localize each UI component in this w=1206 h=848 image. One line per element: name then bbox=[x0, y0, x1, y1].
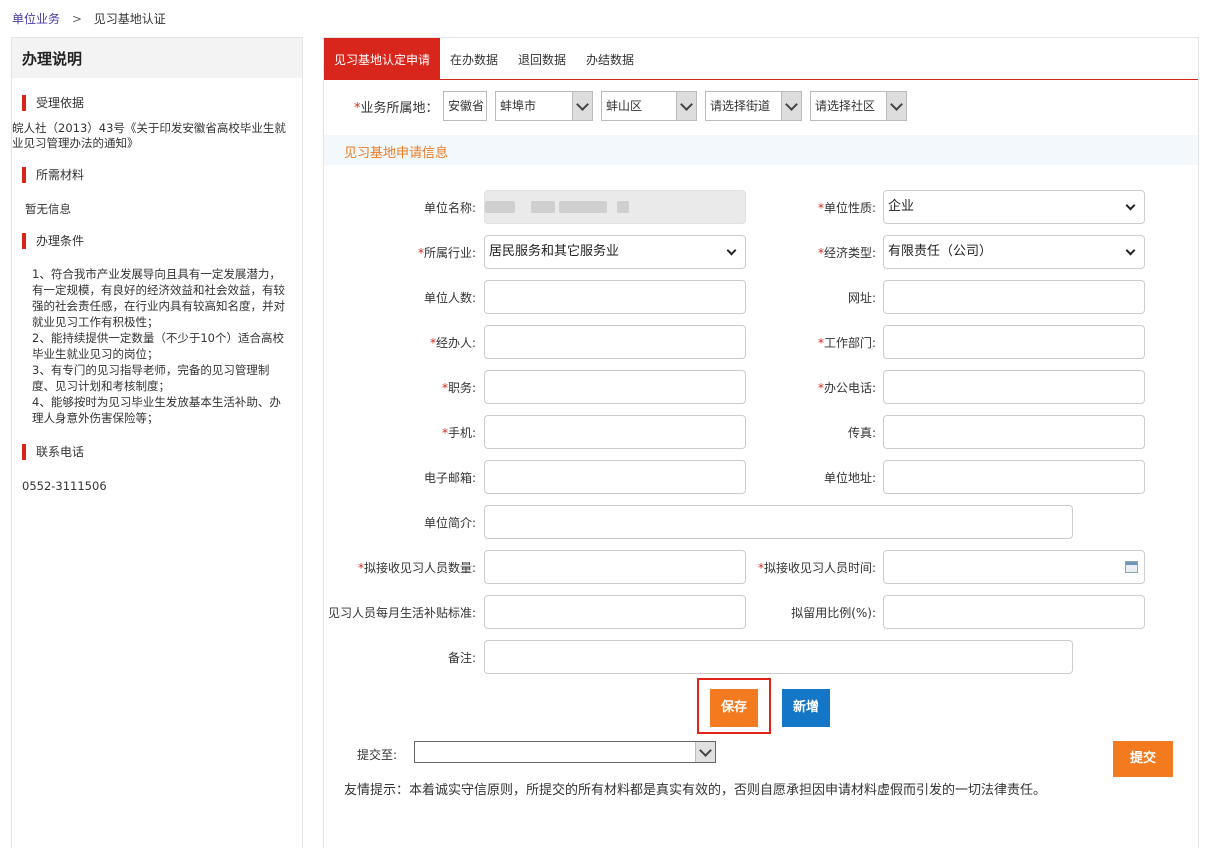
instructions-title: 办理说明 bbox=[12, 38, 302, 78]
tab-in-progress[interactable]: 在办数据 bbox=[450, 38, 498, 79]
redacted-text bbox=[559, 201, 607, 213]
section-conditions-heading: 办理条件 bbox=[22, 233, 84, 249]
redacted-text bbox=[531, 201, 555, 213]
materials-text: 暂无信息 bbox=[25, 202, 71, 216]
section-basis-heading: 受理依据 bbox=[22, 95, 84, 111]
submit-button[interactable]: 提交 bbox=[1113, 741, 1173, 777]
econ-type-label: *经济类型: bbox=[817, 246, 876, 260]
province-box: 安徽省 bbox=[443, 91, 487, 121]
intern-count-label: *拟接收见习人员数量: bbox=[357, 561, 476, 575]
chevron-down-icon bbox=[695, 742, 715, 762]
website-label: 网址: bbox=[847, 291, 876, 305]
intern-time-label: *拟接收见习人员时间: bbox=[757, 561, 876, 575]
section-header: 见习基地申请信息 bbox=[324, 135, 1198, 165]
add-button[interactable]: 新增 bbox=[782, 689, 830, 727]
email-label: 电子邮箱: bbox=[423, 471, 476, 485]
condition-line: 有一定规模，有良好的经济效益和社会效益，有较 bbox=[32, 283, 285, 297]
address-label: 单位地址: bbox=[823, 471, 876, 485]
notice-text: 友情提示：本着诚实守信原则，所提交的所有材料都是真实有效的，否则自愿承担因申请材… bbox=[344, 783, 1047, 798]
city-select[interactable]: 蚌埠市 bbox=[495, 91, 593, 121]
handler-label: *经办人: bbox=[429, 336, 476, 350]
unit-name-label: 单位名称: bbox=[423, 201, 476, 215]
condition-line: 3、有专门的见习指导老师，完备的见习管理制 bbox=[32, 363, 270, 377]
calendar-icon[interactable] bbox=[1125, 561, 1138, 573]
community-select[interactable]: 请选择社区 bbox=[810, 91, 907, 121]
street-select[interactable]: 请选择街道 bbox=[705, 91, 802, 121]
district-select[interactable]: 蚌山区 bbox=[601, 91, 697, 121]
office-phone-input[interactable] bbox=[883, 370, 1145, 404]
breadcrumb: 单位业务 > 见习基地认证 bbox=[12, 10, 166, 27]
email-input[interactable] bbox=[484, 460, 746, 494]
region-label: *业务所属地： bbox=[354, 101, 439, 116]
chevron-down-icon bbox=[1125, 200, 1136, 211]
condition-line: 毕业生就业见习的岗位； bbox=[32, 347, 159, 361]
tab-completed[interactable]: 办结数据 bbox=[586, 38, 634, 79]
condition-line: 1、符合我市产业发展导向且具有一定发展潜力， bbox=[32, 267, 281, 281]
position-label: *职务: bbox=[441, 381, 476, 395]
intern-time-input[interactable] bbox=[883, 550, 1145, 584]
unit-name-input bbox=[484, 190, 746, 224]
website-input[interactable] bbox=[883, 280, 1145, 314]
retention-input[interactable] bbox=[883, 595, 1145, 629]
chevron-down-icon bbox=[572, 92, 592, 120]
chevron-down-icon bbox=[1125, 245, 1136, 256]
submit-to-select[interactable] bbox=[414, 741, 716, 763]
department-input[interactable] bbox=[883, 325, 1145, 359]
mobile-input[interactable] bbox=[484, 415, 746, 449]
department-label: *工作部门: bbox=[817, 336, 876, 350]
condition-line: 强的社会责任感，在行业内具有较高知名度，并对 bbox=[32, 299, 285, 313]
condition-line: 理人身意外伤害保险等； bbox=[32, 411, 159, 425]
save-button[interactable]: 保存 bbox=[710, 689, 758, 727]
intro-label: 单位简介: bbox=[423, 516, 476, 530]
application-panel: 见习基地认定申请 在办数据 退回数据 办结数据 *业务所属地： 安徽省 蚌埠市 … bbox=[323, 37, 1199, 848]
office-phone-label: *办公电话: bbox=[817, 381, 876, 395]
fax-label: 传真: bbox=[847, 426, 876, 440]
staff-count-label: 单位人数: bbox=[423, 291, 476, 305]
condition-line: 2、能持续提供一定数量（不少于10个）适合高校 bbox=[32, 331, 284, 345]
tab-bar: 见习基地认定申请 在办数据 退回数据 办结数据 bbox=[324, 38, 1198, 80]
submit-to-label: 提交至: bbox=[357, 748, 398, 762]
basis-text-line-2: 业见习管理办法的通知》 bbox=[12, 136, 139, 150]
remark-input[interactable] bbox=[484, 640, 1073, 674]
contact-phone: 0552-3111506 bbox=[22, 479, 107, 493]
chevron-down-icon bbox=[886, 92, 906, 120]
redacted-text bbox=[485, 201, 515, 213]
conditions-text: 1、符合我市产业发展导向且具有一定发展潜力， 有一定规模，有良好的经济效益和社会… bbox=[32, 266, 285, 426]
intern-count-input[interactable] bbox=[484, 550, 746, 584]
instructions-panel: 办理说明 受理依据 皖人社（2013）43号《关于印发安徽省高校毕业生就 业见习… bbox=[11, 37, 303, 848]
fax-input[interactable] bbox=[883, 415, 1145, 449]
position-input[interactable] bbox=[484, 370, 746, 404]
address-input[interactable] bbox=[883, 460, 1145, 494]
tab-application[interactable]: 见习基地认定申请 bbox=[324, 38, 440, 79]
mobile-label: *手机: bbox=[441, 426, 476, 440]
handler-input[interactable] bbox=[484, 325, 746, 359]
breadcrumb-current: 见习基地认证 bbox=[93, 12, 166, 26]
basis-text-line-1: 皖人社（2013）43号《关于印发安徽省高校毕业生就 bbox=[12, 121, 286, 135]
retention-label: 拟留用比例(%): bbox=[791, 606, 876, 620]
staff-count-input[interactable] bbox=[484, 280, 746, 314]
unit-nature-label: *单位性质: bbox=[817, 201, 876, 215]
condition-line: 4、能够按时为见习毕业生发放基本生活补助、办 bbox=[32, 395, 281, 409]
unit-nature-select[interactable]: 企业 bbox=[883, 190, 1145, 224]
section-materials-heading: 所需材料 bbox=[22, 167, 84, 183]
econ-type-select[interactable]: 有限责任（公司） bbox=[883, 235, 1145, 269]
remark-label: 备注: bbox=[447, 651, 476, 665]
section-title: 见习基地申请信息 bbox=[344, 146, 449, 161]
industry-label: *所属行业: bbox=[417, 246, 476, 260]
subsidy-input[interactable] bbox=[484, 595, 746, 629]
section-phone-heading: 联系电话 bbox=[22, 444, 84, 460]
intro-input[interactable] bbox=[484, 505, 1073, 539]
redacted-text bbox=[617, 201, 629, 213]
breadcrumb-separator: > bbox=[71, 12, 82, 26]
breadcrumb-link-unit-business[interactable]: 单位业务 bbox=[12, 12, 60, 26]
tab-returned[interactable]: 退回数据 bbox=[518, 38, 566, 79]
industry-select[interactable]: 居民服务和其它服务业 bbox=[484, 235, 746, 269]
chevron-down-icon bbox=[726, 245, 737, 256]
chevron-down-icon bbox=[676, 92, 696, 120]
subsidy-label: 见习人员每月生活补贴标准: bbox=[327, 606, 476, 620]
chevron-down-icon bbox=[781, 92, 801, 120]
condition-line: 度、见习计划和考核制度； bbox=[32, 379, 170, 393]
condition-line: 就业见习工作有积极性； bbox=[32, 315, 159, 329]
